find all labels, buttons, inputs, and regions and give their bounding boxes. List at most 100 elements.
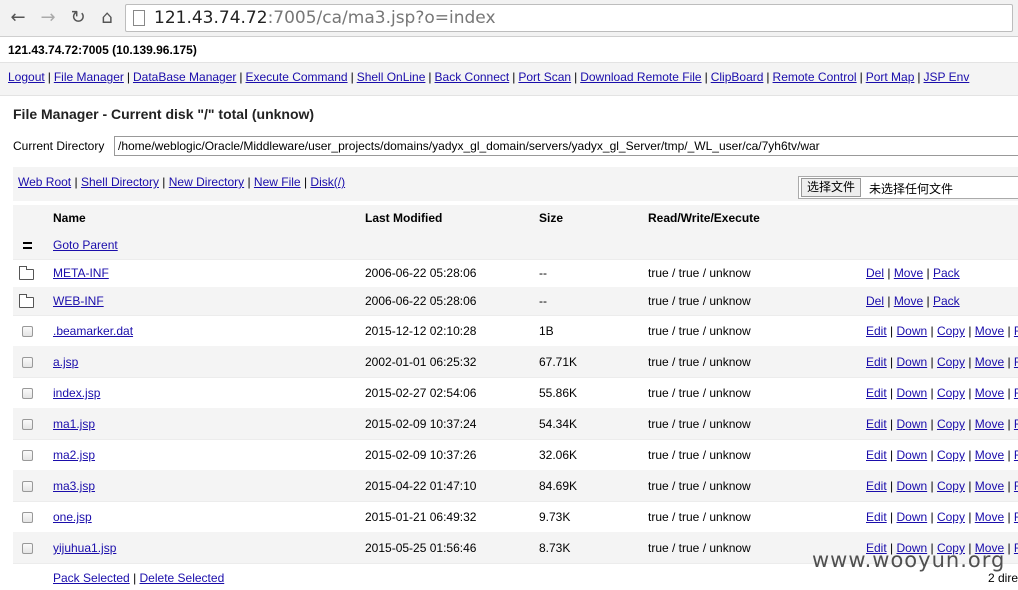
row-action-pack[interactable]: Pack xyxy=(933,266,960,280)
action-new-directory[interactable]: New Directory xyxy=(169,175,244,189)
row-action-del[interactable]: Del xyxy=(866,294,884,308)
row-action-edit[interactable]: Edit xyxy=(866,324,887,338)
row-action-move[interactable]: Move xyxy=(975,510,1004,524)
row-action-edit[interactable]: Edit xyxy=(866,479,887,493)
browser-toolbar: ← → ↻ ⌂ 121.43.74.72:7005/ca/ma3.jsp?o=i… xyxy=(0,0,1018,37)
menu-database-manager[interactable]: DataBase Manager xyxy=(133,70,236,84)
url-text[interactable]: 121.43.74.72:7005/ca/ma3.jsp?o=index xyxy=(154,8,496,28)
action-new-file[interactable]: New File xyxy=(254,175,301,189)
file-checkbox[interactable] xyxy=(22,326,33,337)
menu-execute-command[interactable]: Execute Command xyxy=(246,70,348,84)
row-action-r[interactable]: R xyxy=(1014,386,1018,400)
row-action-edit[interactable]: Edit xyxy=(866,355,887,369)
row-action-edit[interactable]: Edit xyxy=(866,510,887,524)
row-action-down[interactable]: Down xyxy=(896,510,927,524)
row-action-copy[interactable]: Copy xyxy=(937,479,965,493)
size-cell: 55.86K xyxy=(539,386,578,400)
row-action-copy[interactable]: Copy xyxy=(937,324,965,338)
file-checkbox[interactable] xyxy=(22,450,33,461)
row-action-move[interactable]: Move xyxy=(975,448,1004,462)
row-action-r[interactable]: R xyxy=(1014,417,1018,431)
row-action-del[interactable]: Del xyxy=(866,266,884,280)
file-name-link[interactable]: WEB-INF xyxy=(53,294,104,308)
row-action-copy[interactable]: Copy xyxy=(937,386,965,400)
current-directory-input[interactable] xyxy=(114,136,1018,156)
menu-clipboard[interactable]: ClipBoard xyxy=(711,70,764,84)
row-action-r[interactable]: R xyxy=(1014,448,1018,462)
op-separator: | xyxy=(886,355,897,369)
file-name-link[interactable]: ma3.jsp xyxy=(53,479,95,493)
file-name-link[interactable]: yijuhua1.jsp xyxy=(53,541,116,555)
size-cell: -- xyxy=(539,294,547,308)
row-action-edit[interactable]: Edit xyxy=(866,386,887,400)
table-row: WEB-INF 2006-06-22 05:28:06 -- true / true … xyxy=(13,287,1018,316)
row-action-r[interactable]: R xyxy=(1014,324,1018,338)
last-modified-cell: 2015-04-22 01:47:10 xyxy=(365,479,477,493)
row-action-move[interactable]: Move xyxy=(975,417,1004,431)
row-action-pack[interactable]: Pack xyxy=(933,294,960,308)
back-arrow-icon[interactable]: ← xyxy=(8,8,28,28)
last-modified-cell: 2015-12-12 02:10:28 xyxy=(365,324,477,338)
file-checkbox[interactable] xyxy=(22,481,33,492)
forward-arrow-icon[interactable]: → xyxy=(38,8,58,28)
file-name-link[interactable]: .beamarker.dat xyxy=(53,324,133,338)
row-action-down[interactable]: Down xyxy=(896,417,927,431)
menu-port-map[interactable]: Port Map xyxy=(866,70,915,84)
row-action-copy[interactable]: Copy xyxy=(937,355,965,369)
choose-file-button[interactable]: 选择文件 xyxy=(801,178,862,197)
table-row: index.jsp 2015-02-27 02:54:06 55.86K true /… xyxy=(13,377,1018,409)
row-action-copy[interactable]: Copy xyxy=(937,510,965,524)
row-action-move[interactable]: Move xyxy=(975,355,1004,369)
file-checkbox[interactable] xyxy=(22,419,33,430)
menu-back-connect[interactable]: Back Connect xyxy=(435,70,510,84)
menu-shell-online[interactable]: Shell OnLine xyxy=(357,70,426,84)
row-action-move[interactable]: Move xyxy=(894,266,923,280)
row-action-edit[interactable]: Edit xyxy=(866,417,887,431)
action-web-root[interactable]: Web Root xyxy=(18,175,71,189)
menu-file-manager[interactable]: File Manager xyxy=(54,70,124,84)
file-name-link[interactable]: ma1.jsp xyxy=(53,417,95,431)
menu-logout[interactable]: Logout xyxy=(8,70,45,84)
file-checkbox[interactable] xyxy=(22,512,33,523)
row-action-move[interactable]: Move xyxy=(975,479,1004,493)
row-action-r[interactable]: R xyxy=(1014,541,1018,555)
row-action-copy[interactable]: Copy xyxy=(937,417,965,431)
menu-remote-control[interactable]: Remote Control xyxy=(773,70,857,84)
file-checkbox[interactable] xyxy=(22,357,33,368)
header-name: Name xyxy=(53,211,86,225)
row-action-edit[interactable]: Edit xyxy=(866,448,887,462)
delete-selected-link[interactable]: Delete Selected xyxy=(140,571,225,585)
file-checkbox[interactable] xyxy=(22,543,33,554)
reload-icon[interactable]: ↻ xyxy=(68,8,88,28)
row-action-r[interactable]: R xyxy=(1014,355,1018,369)
menu-port-scan[interactable]: Port Scan xyxy=(518,70,571,84)
row-action-r[interactable]: R xyxy=(1014,479,1018,493)
menu-download-remote-file[interactable]: Download Remote File xyxy=(580,70,701,84)
file-upload[interactable]: 选择文件 未选择任何文件 xyxy=(798,176,1018,199)
row-actions: Edit | Down | Copy | Move | R xyxy=(866,448,1018,462)
goto-parent-link[interactable]: Goto Parent xyxy=(53,238,118,252)
row-action-move[interactable]: Move xyxy=(975,324,1004,338)
address-bar[interactable]: 121.43.74.72:7005/ca/ma3.jsp?o=index xyxy=(125,4,1013,32)
file-name-link[interactable]: a.jsp xyxy=(53,355,78,369)
pack-selected-link[interactable]: Pack Selected xyxy=(53,571,130,585)
row-action-move[interactable]: Move xyxy=(894,294,923,308)
file-checkbox[interactable] xyxy=(22,388,33,399)
action-disk-[interactable]: Disk(/) xyxy=(310,175,345,189)
home-icon[interactable]: ⌂ xyxy=(97,8,117,28)
file-name-link[interactable]: META-INF xyxy=(53,266,109,280)
file-name-link[interactable]: one.jsp xyxy=(53,510,92,524)
row-action-down[interactable]: Down xyxy=(896,448,927,462)
row-action-r[interactable]: R xyxy=(1014,510,1018,524)
row-action-down[interactable]: Down xyxy=(896,324,927,338)
row-actions: Del | Move | Pack xyxy=(866,266,960,280)
row-action-copy[interactable]: Copy xyxy=(937,448,965,462)
file-name-link[interactable]: ma2.jsp xyxy=(53,448,95,462)
row-action-down[interactable]: Down xyxy=(896,479,927,493)
row-action-move[interactable]: Move xyxy=(975,386,1004,400)
menu-jsp-env[interactable]: JSP Env xyxy=(924,70,970,84)
action-shell-directory[interactable]: Shell Directory xyxy=(81,175,159,189)
file-name-link[interactable]: index.jsp xyxy=(53,386,100,400)
row-action-down[interactable]: Down xyxy=(896,355,927,369)
row-action-down[interactable]: Down xyxy=(896,386,927,400)
